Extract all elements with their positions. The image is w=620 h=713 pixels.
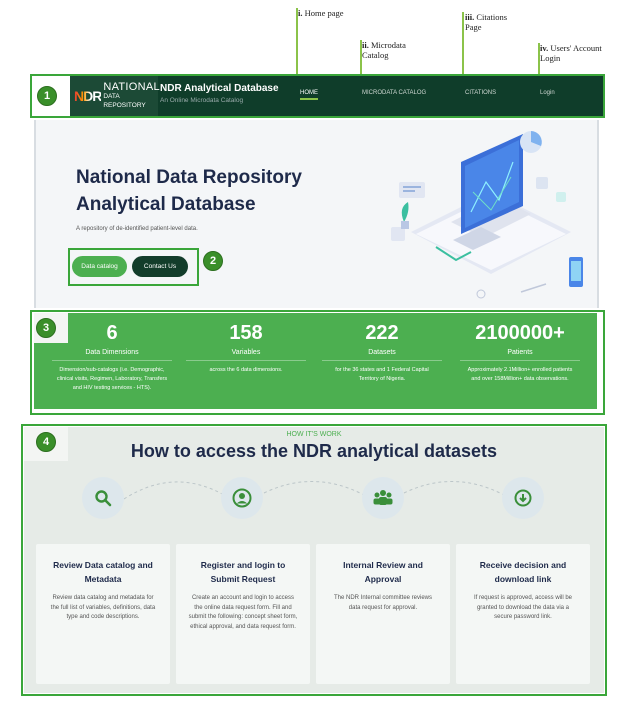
brand-title: NDR Analytical Database <box>160 83 279 94</box>
logo-mark: NDR <box>74 88 102 104</box>
how-title: How to access the NDR analytical dataset… <box>130 441 498 461</box>
step-card-review: Review Data catalog and Metadata Review … <box>36 544 170 684</box>
logo-text: NATIONAL DATA REPOSITORY <box>103 80 160 109</box>
badge-3: 3 <box>36 318 56 338</box>
step-card-review-approval: Internal Review and Approval The NDR Int… <box>316 544 450 684</box>
download-icon <box>502 477 544 519</box>
stat-patients: 2100000+ Patients Approximately 2.1Milli… <box>450 313 590 384</box>
annotation-home: i. Home page <box>298 8 344 18</box>
nav-citations[interactable]: CITATIONS <box>465 90 496 98</box>
hero-subtitle: A repository of de-identified patient-le… <box>76 226 198 232</box>
annotation-catalog: ii. Microdata Catalog <box>362 40 406 60</box>
annotation-login: iv. Users' Account Login <box>540 43 602 63</box>
laptop-illustration <box>391 131 583 299</box>
badge-2: 2 <box>203 251 223 271</box>
badge-4: 4 <box>36 432 56 452</box>
team-icon <box>362 477 404 519</box>
user-icon <box>221 477 263 519</box>
data-catalog-button[interactable]: Data catalog <box>72 256 127 277</box>
logo[interactable]: NDR NATIONAL DATA REPOSITORY <box>70 76 160 116</box>
step-card-register: Register and login to Submit Request Cre… <box>176 544 310 684</box>
brand-subtitle: An Online Microdata Catalog <box>160 97 244 104</box>
how-kicker: HOW IT'S WORK <box>286 431 342 438</box>
navbar: NDR NATIONAL DATA REPOSITORY NDR Analyti… <box>70 76 603 116</box>
nav-microdata-catalog[interactable]: MICRODATA CATALOG <box>362 90 426 98</box>
step-card-decision: Receive decision and download link If re… <box>456 544 590 684</box>
contact-us-button[interactable]: Contact Us <box>132 256 188 277</box>
stat-datasets: 222 Datasets for the 36 states and 1 Fed… <box>312 313 452 384</box>
badge-1: 1 <box>37 86 57 106</box>
search-icon <box>82 477 124 519</box>
how-section: HOW IT'S WORK How to access the NDR anal… <box>24 427 604 693</box>
hero-title: National Data Repository Analytical Data… <box>76 167 302 215</box>
nav-login[interactable]: Login <box>540 90 555 98</box>
annotation-citations: iii. Citations Page <box>465 12 508 32</box>
stat-variables: 158 Variables across the 6 data dimensio… <box>176 313 316 375</box>
nav-home[interactable]: HOME <box>300 90 318 100</box>
stats-section: 6 Data Dimensions Dimension/sub-catalogs… <box>34 313 597 409</box>
